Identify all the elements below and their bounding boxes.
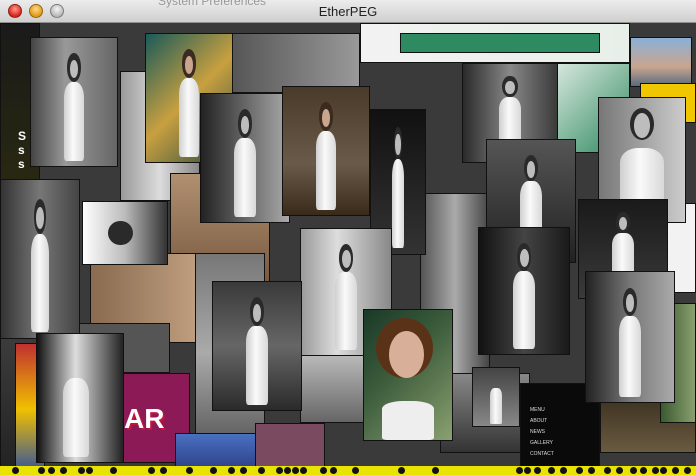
collage-image [200,93,290,223]
captured-menu-item: NEWS [530,429,545,435]
strip-dot [524,467,531,474]
strip-dot [672,467,679,474]
collage-image [478,227,570,355]
strip-dot [186,467,193,474]
captured-menu-item: MENU [530,407,545,413]
strip-dot [652,467,659,474]
strip-dot [320,467,327,474]
strip-dot [560,467,567,474]
captured-menu-item: GALLERY [530,440,553,446]
window-title: EtherPEG [318,4,378,19]
strip-dot [548,467,555,474]
strip-dot [292,467,299,474]
strip-dot [616,467,623,474]
collage-image [585,271,675,403]
strip-dot [160,467,167,474]
captured-menu-list: MENU ABOUT NEWS GALLERY CONTACT [530,405,570,460]
strip-dot [276,467,283,474]
strip-dot [48,467,55,474]
strip-dot [258,467,265,474]
strip-dot [300,467,307,474]
strip-dot [330,467,337,474]
strip-dot [78,467,85,474]
strip-dot [604,467,611,474]
strip-dot [110,467,117,474]
strip-dot [228,467,235,474]
collage-image [282,86,370,216]
strip-dot [398,467,405,474]
strip-dot [432,467,439,474]
strip-dot [60,467,67,474]
strip-dot [86,467,93,474]
collage-image [363,309,453,441]
strip-dot [640,467,647,474]
strip-dot [352,467,359,474]
strip-dot [660,467,667,474]
strip-dot [148,467,155,474]
strip-dot [576,467,583,474]
strip-dot [210,467,217,474]
strip-dot [684,467,691,474]
collage-image [0,179,80,339]
collage-image [400,33,600,53]
captured-side-text: S s s [18,129,27,171]
collage-image [300,353,370,423]
captured-menu-item: ABOUT [530,418,548,424]
title-bar[interactable]: System Preferences EtherPEG [0,0,696,23]
strip-dot [12,467,19,474]
strip-dot [630,467,637,474]
collage-image [630,37,692,87]
strip-dot [284,467,291,474]
collage-image [230,33,360,93]
collage-image [36,333,124,463]
collage-image [30,37,118,167]
strip-dot [516,467,523,474]
collage-image [82,201,168,265]
collage-image [472,367,520,427]
image-collage: AR MENU ABOUT NEWS GALLERY CONTACT S s s [0,23,696,475]
etherpeg-window: System Preferences EtherPEG AR MENU ABOU… [0,0,696,475]
bottom-status-strip [0,466,696,475]
strip-dot [38,467,45,474]
strip-dot [534,467,541,474]
strip-dot [240,467,247,474]
collage-image [212,281,302,411]
strip-dot [588,467,595,474]
captured-menu-item: CONTACT [530,451,554,457]
captured-banner-text: AR [124,403,165,434]
